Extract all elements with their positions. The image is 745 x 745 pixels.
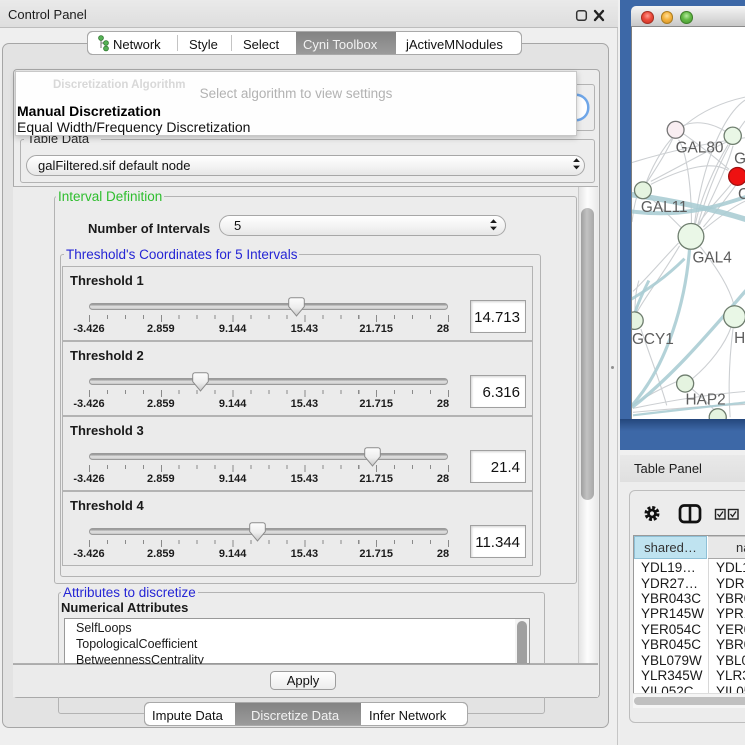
svg-text:H: H — [734, 330, 745, 347]
svg-text:GCY1: GCY1 — [632, 331, 674, 348]
svg-text:GAL11: GAL11 — [641, 199, 688, 216]
svg-text:C: C — [738, 186, 745, 203]
svg-text:HAP2: HAP2 — [686, 391, 726, 408]
svg-text:GAL80: GAL80 — [676, 140, 724, 157]
svg-text:GA: GA — [734, 151, 745, 168]
svg-text:GAL4: GAL4 — [692, 250, 732, 267]
